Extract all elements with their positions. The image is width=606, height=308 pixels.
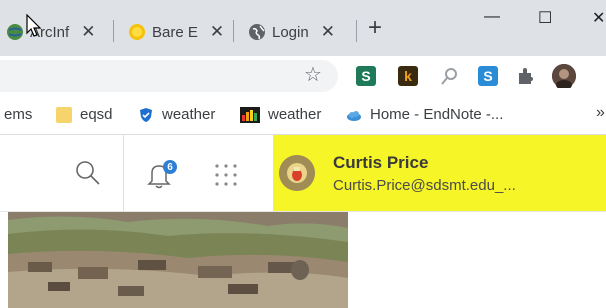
sun-favicon-icon [128, 23, 146, 41]
weather-shield-icon [138, 107, 154, 123]
address-bar[interactable] [0, 60, 338, 92]
tab-close-icon[interactable]: ✕ [81, 22, 95, 42]
bookmark-label: eqsd [80, 106, 113, 123]
tab-close-icon[interactable]: ✕ [210, 22, 224, 42]
puzzle-extensions-icon[interactable] [516, 66, 536, 86]
user-name: Curtis Price [333, 153, 429, 172]
mouse-cursor-icon [26, 14, 42, 37]
tab-separator [113, 20, 114, 42]
bookmarks-bar: ems eqsd weather weather Home - EndNote … [0, 96, 606, 135]
browser-toolbar: ☆ S k S ⋮ [0, 56, 606, 96]
bookmark-star-icon[interactable]: ☆ [304, 62, 322, 87]
app-launcher-icon[interactable] [214, 163, 238, 192]
extension-k-icon[interactable]: k [398, 66, 418, 86]
tab-separator [356, 20, 357, 42]
magnifier-extension-icon[interactable] [440, 66, 460, 86]
notification-count-badge: 6 [163, 160, 177, 174]
user-email: Curtis.Price@sdsmt.edu_... [333, 177, 516, 194]
tab-separator [233, 20, 234, 42]
search-icon[interactable] [74, 159, 102, 192]
wu-logo-icon [240, 106, 260, 123]
user-avatar [279, 155, 315, 191]
landscape-photo [8, 212, 348, 308]
tab-label: Login [272, 23, 309, 41]
bookmark-label: Home - EndNote -... [370, 106, 504, 123]
bookmark-label: ems [4, 106, 33, 123]
tab-bare-earth[interactable]: Bare E ✕ [128, 16, 224, 48]
extension-s-blue-icon[interactable]: S [478, 66, 498, 86]
tab-close-icon[interactable]: ✕ [321, 22, 335, 42]
minimize-button[interactable]: — [484, 8, 500, 26]
globe-icon [248, 23, 266, 41]
browser-menu-icon[interactable]: ⋮ [598, 64, 606, 89]
browser-tab-strip: ArcInf ✕ Bare E ✕ Login ✕ + — ☐ ✕ [0, 0, 606, 56]
globe-favicon-icon [6, 23, 24, 41]
bookmark-weather-underground[interactable]: weather [240, 106, 321, 123]
folder-icon [56, 106, 72, 123]
bookmark-label: weather [162, 106, 216, 123]
extension-s-icon[interactable]: S [356, 66, 376, 86]
tab-login[interactable]: Login ✕ [248, 16, 335, 48]
bookmark-weather[interactable]: weather [138, 106, 215, 123]
header-divider [123, 135, 124, 211]
maximize-button[interactable]: ☐ [538, 8, 552, 28]
bookmark-endnote[interactable]: Home - EndNote -... [346, 106, 503, 123]
more-bookmarks-icon[interactable]: » [596, 104, 605, 122]
user-account-card[interactable]: Curtis Price Curtis.Price@sdsmt.edu_... [273, 135, 606, 211]
bookmark-label: weather [268, 106, 322, 123]
tab-arcinfo[interactable]: ArcInf ✕ [6, 16, 95, 48]
bookmark-folder-eqsd[interactable]: eqsd [56, 106, 113, 123]
cloud-icon [346, 107, 362, 123]
bookmark-item[interactable]: ems [4, 106, 32, 123]
profile-avatar-icon[interactable] [552, 64, 576, 88]
close-window-button[interactable]: ✕ [592, 8, 605, 28]
tab-label: Bare E [152, 23, 198, 41]
new-tab-button[interactable]: + [368, 14, 382, 42]
